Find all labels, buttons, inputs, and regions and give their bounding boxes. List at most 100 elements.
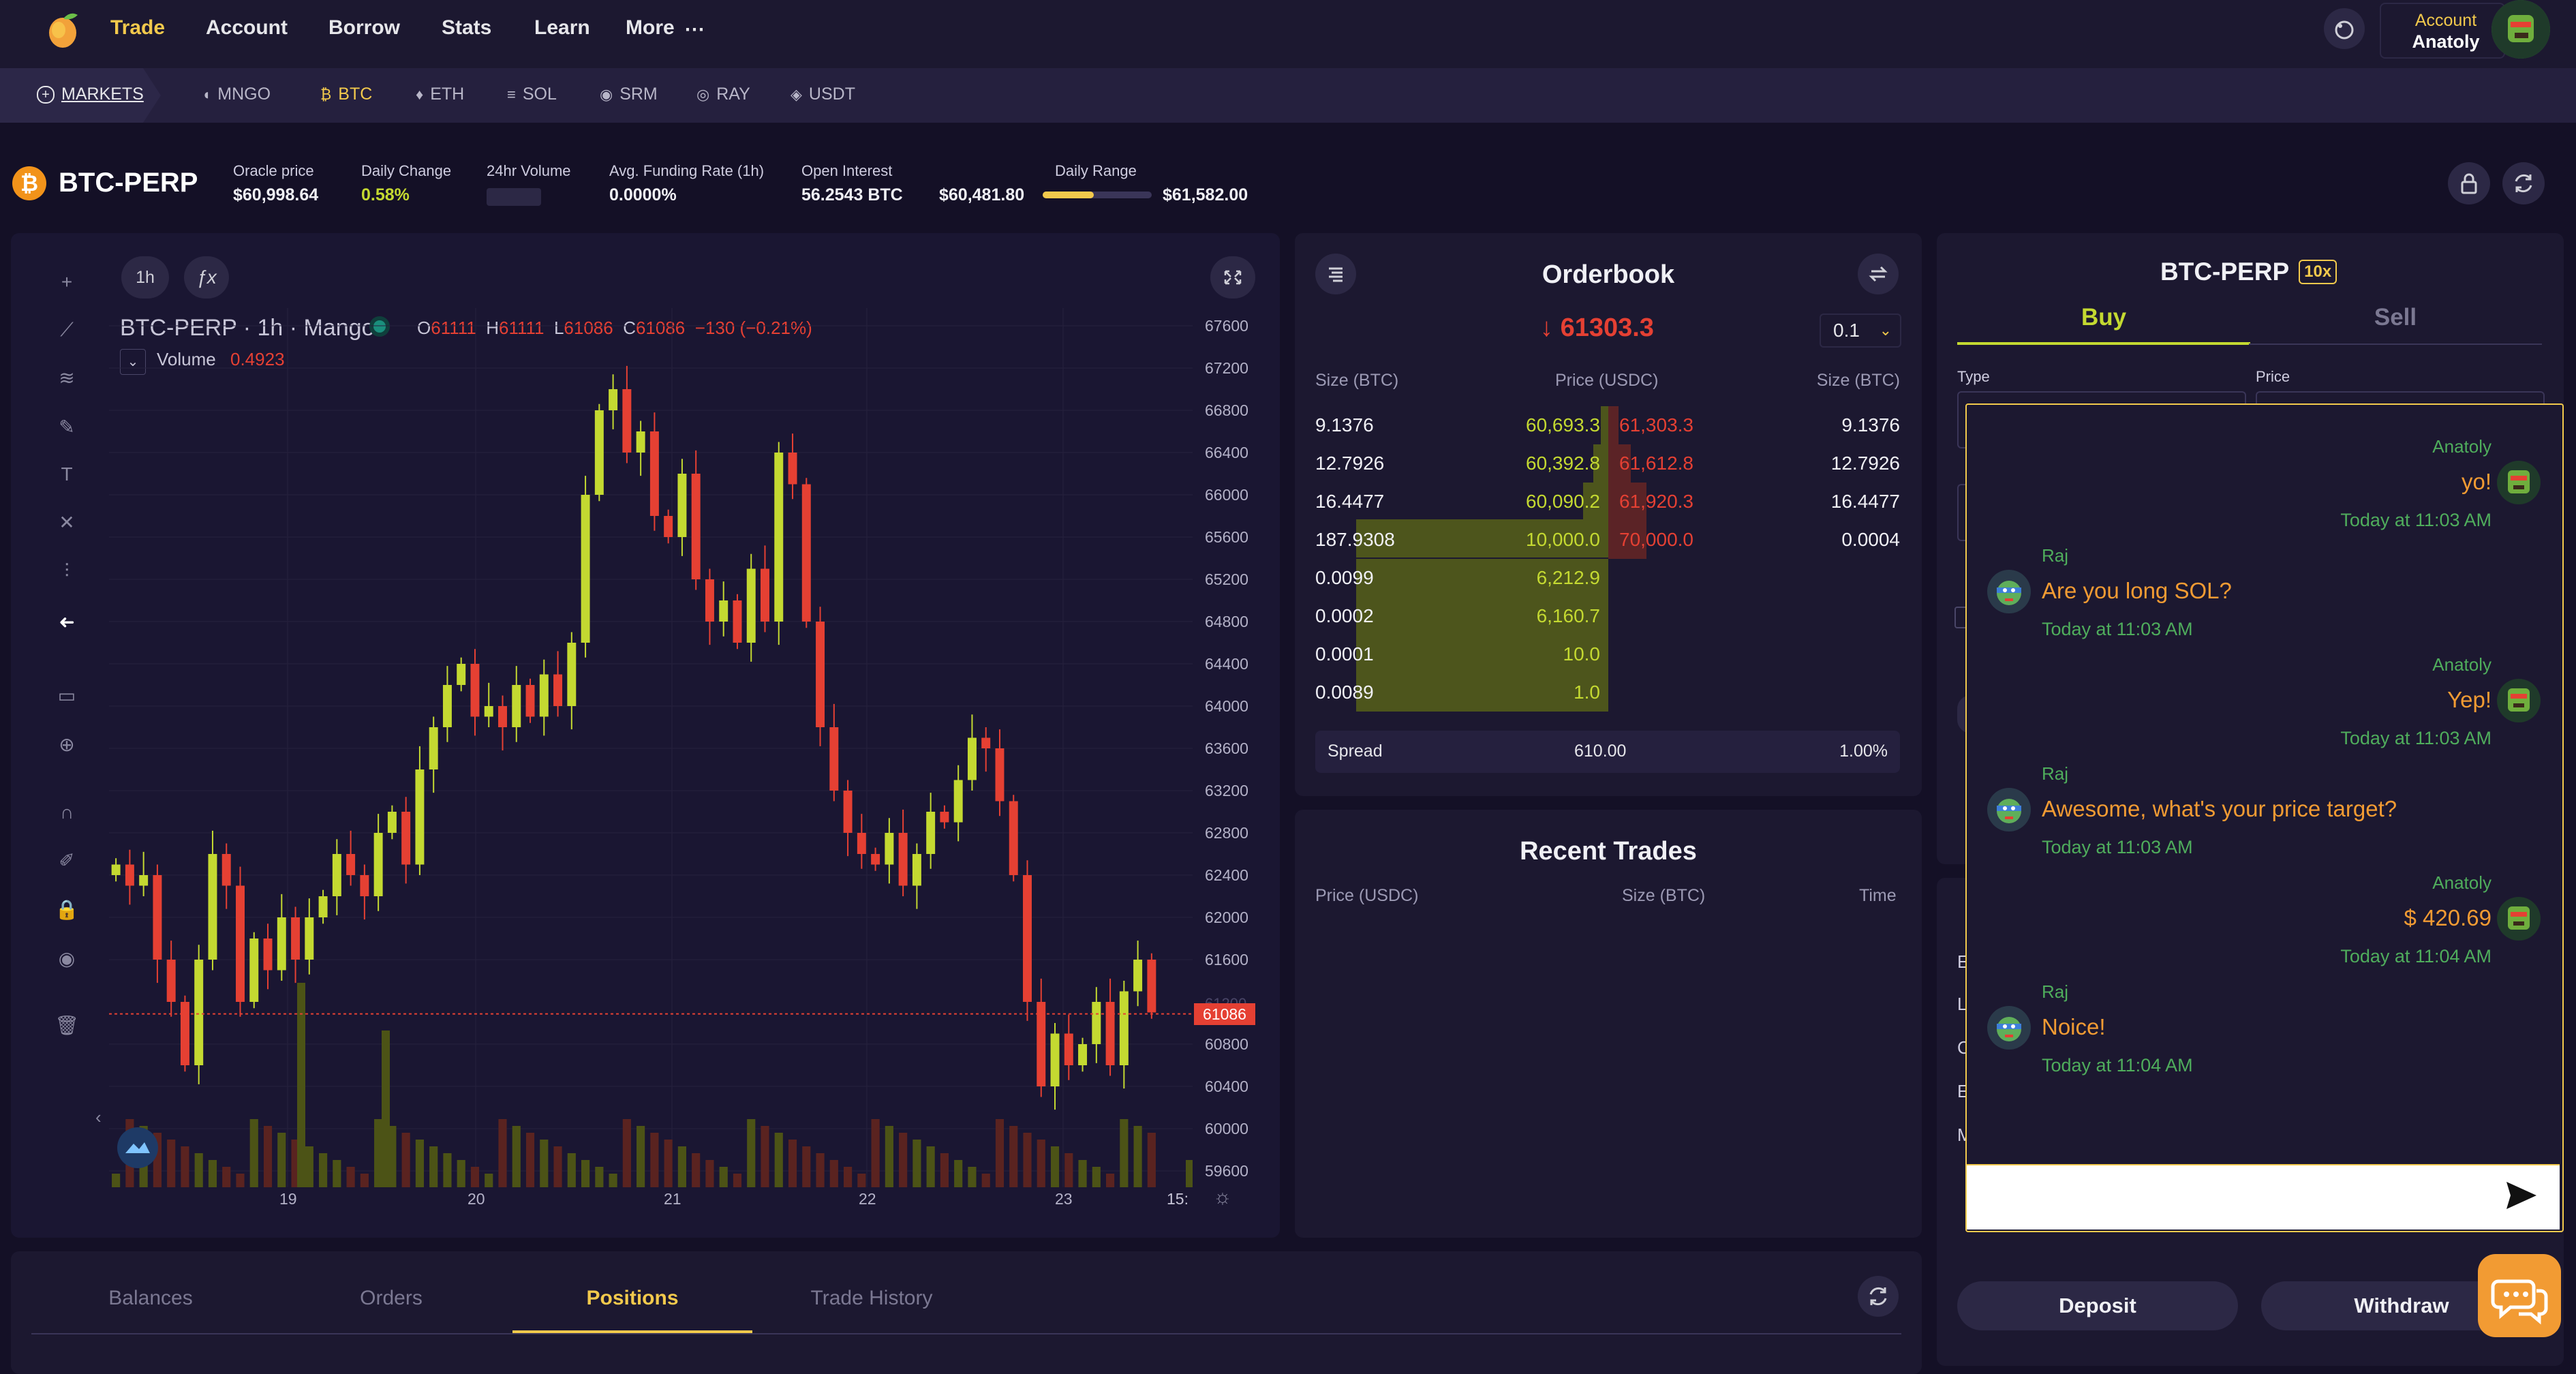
ruler-icon[interactable]: ▭ [53,684,80,707]
market-label: USDT [808,85,855,104]
candle-body [249,938,259,1002]
chat-avatar[interactable] [1987,1006,2031,1050]
magnet-icon[interactable]: ∩ [53,802,80,823]
trendline-icon[interactable]: ⟋ [53,319,80,341]
volume-bar [844,1167,853,1187]
daily-range-label: Daily Range [1055,162,1137,179]
back-arrow-icon[interactable]: ➜ [53,611,80,633]
candle-body [415,769,425,865]
y-tick-label: 64800 [1205,613,1248,630]
volume-bar [346,1167,355,1187]
tab-orders[interactable]: Orders [270,1287,512,1310]
tab-positions[interactable]: Positions [512,1287,752,1310]
ask-size: 9.1376 [1841,414,1900,436]
nav-borrow[interactable]: Borrow [328,16,400,40]
chat-avatar[interactable] [2497,461,2541,504]
volume-bar [181,1146,189,1187]
nav-trade[interactable]: Trade [110,16,165,40]
x-tick-label: 21 [664,1190,681,1208]
sell-tab[interactable]: Sell [2249,304,2542,331]
orderbook-row[interactable]: 16.4477 60,090.2 61,920.3 16.4477 [1315,483,1900,521]
chat-username: Raj [2042,763,2069,784]
ray-icon: ◎ [696,85,710,103]
orderbook-row[interactable]: 0.0001 10.0 [1315,635,1900,673]
market-eth[interactable]: ♦ ETH [416,85,464,104]
tab-balances[interactable]: Balances [31,1287,270,1310]
nav-account[interactable]: Account [206,16,288,40]
ask-price: 61,920.3 [1619,491,1693,512]
chat-avatar[interactable] [1987,788,2031,831]
chat-bubbles-icon [2491,1279,2548,1325]
chat-avatar[interactable] [2497,897,2541,941]
volume-bar [305,1146,313,1187]
volume-bar [194,1153,203,1187]
send-button[interactable] [2501,1176,2542,1215]
market-usdt[interactable]: ◈ USDT [791,85,855,104]
market-sol[interactable]: ≡ SOL [507,85,557,104]
theme-toggle-button[interactable] [2324,8,2365,49]
nav-stats[interactable]: Stats [442,16,491,40]
tab-trade-history[interactable]: Trade History [752,1287,991,1310]
volume-bar [829,1160,838,1187]
grouping-select[interactable]: 0.1 ⌄ [1820,314,1901,348]
price-chart[interactable] [109,308,1193,1187]
lock-button[interactable] [2448,162,2490,204]
grouping-value: 0.1 [1833,320,1860,341]
market-srm[interactable]: ◉ SRM [600,85,658,104]
tradingview-logo[interactable] [117,1127,158,1168]
deposit-button[interactable]: Deposit [1957,1281,2238,1330]
trades-header-time: Time [1859,886,1897,905]
lock-icon[interactable]: 🔒 [53,898,80,921]
buy-tab[interactable]: Buy [1957,304,2250,331]
zoom-icon[interactable]: ⊕ [53,733,80,756]
chat-avatar[interactable] [1987,570,2031,613]
chart-settings-icon[interactable]: ☼ [1213,1186,1232,1209]
account-menu[interactable]: Account Anatoly [2380,3,2505,59]
trash-icon[interactable]: 🗑 [53,1014,80,1037]
orderbook-row[interactable]: 9.1376 60,693.3 61,303.3 9.1376 [1315,406,1900,444]
collapse-toolbar-icon[interactable]: ‹ [95,1107,102,1128]
pencil-lock-icon[interactable]: ✐ [53,849,80,872]
nav-more[interactable]: More [626,16,675,40]
brush-icon[interactable]: ✎ [53,416,80,438]
chat-input[interactable] [1976,1172,2483,1221]
volume-bar [995,1119,1005,1187]
function-icon: ƒx [196,266,217,288]
indicators-button[interactable]: ƒx [184,256,229,299]
orderbook-row[interactable]: 0.0099 6,212.9 [1315,559,1900,597]
interval-button[interactable]: 1h [121,256,169,299]
nav-learn[interactable]: Learn [534,16,590,40]
fullscreen-button[interactable] [1210,256,1255,299]
btc-icon: ₿ [320,85,332,103]
support-chat-button[interactable] [2478,1254,2561,1337]
candle-body [153,875,162,960]
fib-icon[interactable]: ≋ [53,367,80,389]
crosshair-icon[interactable]: + [53,271,80,293]
orderbook-row[interactable]: 12.7926 60,392.8 61,612.8 12.7926 [1315,444,1900,483]
orderbook-row[interactable]: 187.9308 10,000.0 70,000.0 0.0004 [1315,519,1900,559]
mango-logo[interactable] [44,10,82,50]
orderbook-swap-button[interactable] [1858,254,1899,294]
volume-bar [981,1174,990,1187]
pattern-icon[interactable]: ✕ [53,511,80,534]
eye-icon[interactable]: ◉ [53,947,80,970]
orderbook-row[interactable]: 0.0002 6,160.7 [1315,597,1900,635]
forecast-icon[interactable]: ⫶ [53,560,80,583]
more-dots-icon[interactable]: ⋯ [684,18,705,42]
market-mngo[interactable]: ◖ MNGO [202,85,271,104]
market-ray[interactable]: ◎ RAY [696,85,750,104]
profile-avatar[interactable] [2491,0,2550,59]
markets-button[interactable]: + MARKETS [37,85,144,104]
positions-refresh-button[interactable] [1858,1276,1899,1317]
chat-avatar[interactable] [2497,679,2541,722]
volume-bar [719,1167,728,1187]
market-btc[interactable]: ₿ BTC [320,85,372,104]
orderbook-row[interactable]: 0.0089 1.0 [1315,673,1900,712]
bottom-tabs-divider [31,1333,1901,1334]
volume-bar [899,1133,908,1187]
chat-timestamp: Today at 11:03 AM [2340,510,2491,530]
text-icon[interactable]: T [53,463,80,485]
refresh-button[interactable] [2502,162,2545,204]
candle-body [346,854,356,875]
price-axis[interactable]: 67600 67200 66800 66400 66000 65600 65200 64800… [1193,308,1268,1208]
